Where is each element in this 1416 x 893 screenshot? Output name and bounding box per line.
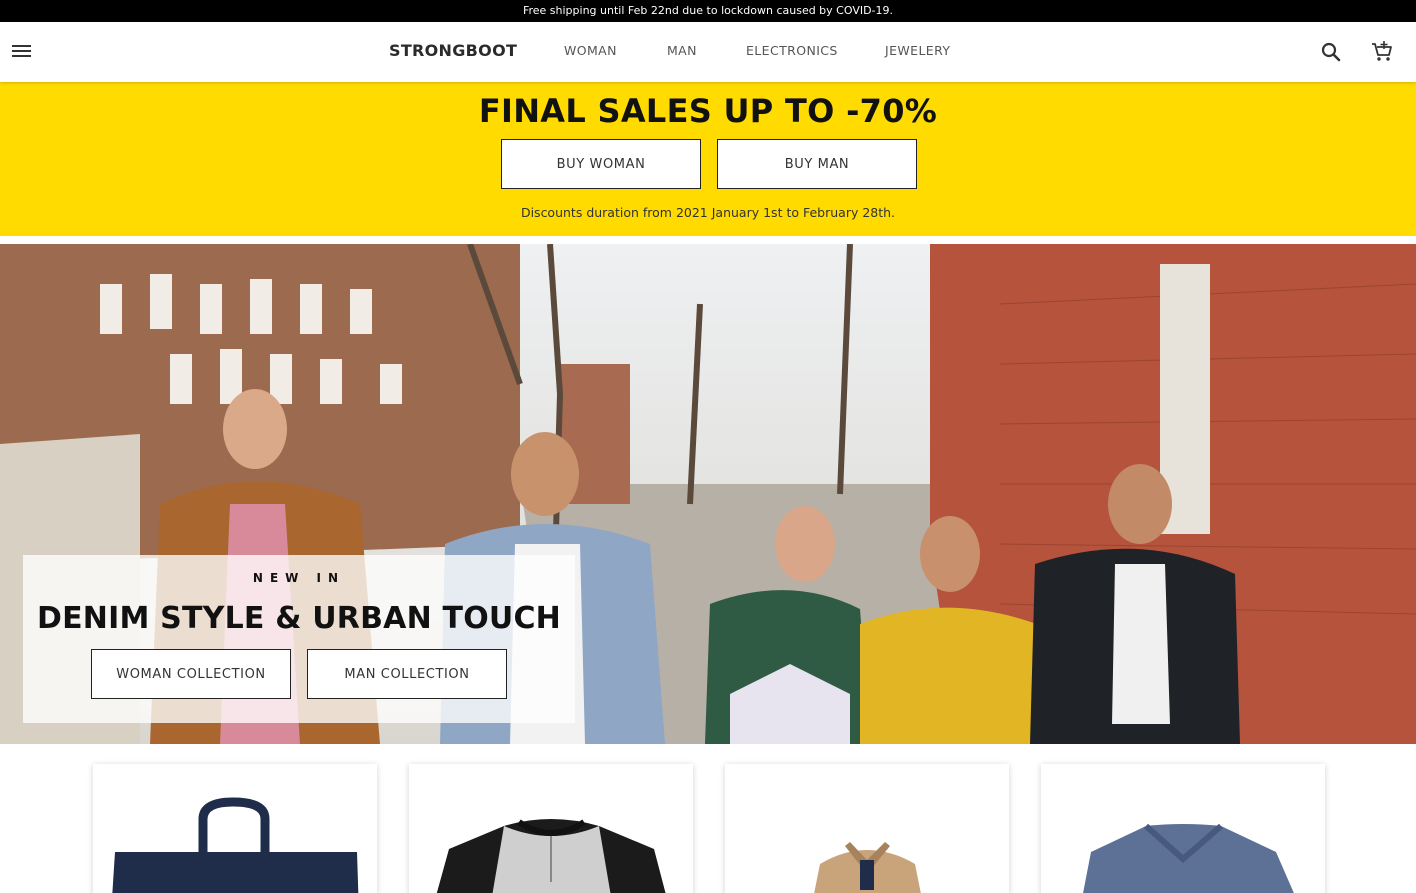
discount-note: Discounts duration from 2021 January 1st… (520, 205, 896, 220)
hero-banner: NEW IN DENIM STYLE & URBAN TOUCH WOMAN C… (0, 244, 1416, 744)
hero-kicker: NEW IN (252, 571, 346, 585)
search-icon[interactable] (1319, 40, 1343, 64)
buy-woman-button[interactable]: BUY WOMAN (501, 139, 701, 189)
product-image (1083, 823, 1294, 893)
product-image (814, 842, 921, 893)
product-card[interactable] (93, 764, 377, 893)
cart-icon[interactable] (1370, 40, 1394, 64)
product-card[interactable] (1041, 764, 1325, 893)
man-collection-button[interactable]: MAN COLLECTION (307, 649, 507, 699)
announcement-bar: Free shipping until Feb 22nd due to lock… (0, 0, 1416, 22)
nav-link-electronics[interactable]: ELECTRONICS (746, 43, 838, 58)
nav-link-woman[interactable]: WOMAN (564, 43, 617, 58)
product-image (112, 797, 359, 893)
hero-title: DENIM STYLE & URBAN TOUCH (37, 601, 561, 636)
nav-link-man[interactable]: MAN (667, 43, 697, 58)
woman-collection-button[interactable]: WOMAN COLLECTION (91, 649, 291, 699)
product-card[interactable] (409, 764, 693, 893)
nav-link-jewelery[interactable]: JEWELERY (885, 43, 950, 58)
sale-title: FINAL SALES UP TO -70% (478, 92, 938, 130)
buy-man-button[interactable]: BUY MAN (717, 139, 917, 189)
brand-logo[interactable]: STRONGBOOT (389, 41, 517, 60)
menu-icon[interactable] (12, 44, 32, 60)
product-card[interactable] (725, 764, 1009, 893)
navbar: STRONGBOOT WOMAN MAN ELECTRONICS JEWELER… (0, 22, 1416, 82)
product-image (436, 819, 666, 893)
sale-banner: FINAL SALES UP TO -70% BUY WOMAN BUY MAN… (0, 82, 1416, 236)
hero-panel: NEW IN DENIM STYLE & URBAN TOUCH WOMAN C… (23, 555, 575, 723)
